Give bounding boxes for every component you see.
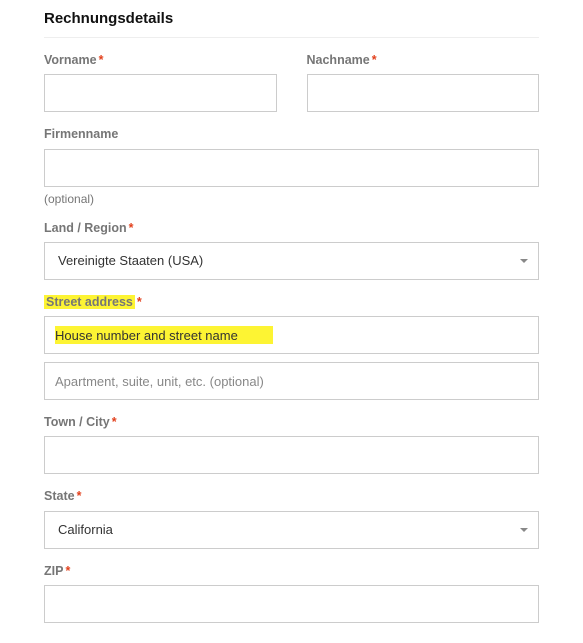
page-title: Rechnungsdetails bbox=[44, 10, 539, 38]
required-marker: * bbox=[77, 489, 82, 503]
required-marker: * bbox=[129, 221, 134, 235]
state-selected-value: California bbox=[58, 522, 113, 537]
last-name-input[interactable] bbox=[307, 74, 540, 112]
state-label: State* bbox=[44, 488, 539, 504]
last-name-label-text: Nachname bbox=[307, 53, 370, 67]
city-label-text: Town / City bbox=[44, 415, 110, 429]
last-name-label: Nachname* bbox=[307, 52, 540, 68]
zip-label: ZIP* bbox=[44, 563, 539, 579]
first-name-label: Vorname* bbox=[44, 52, 277, 68]
country-label-text: Land / Region bbox=[44, 221, 127, 235]
first-name-label-text: Vorname bbox=[44, 53, 97, 67]
street-address-label: Street address* bbox=[44, 294, 539, 310]
street-address-label-text: Street address bbox=[44, 295, 135, 309]
chevron-down-icon bbox=[520, 259, 528, 263]
chevron-down-icon bbox=[520, 528, 528, 532]
required-marker: * bbox=[99, 53, 104, 67]
street-address-line1-input[interactable] bbox=[44, 316, 539, 354]
company-input[interactable] bbox=[44, 149, 539, 187]
first-name-input[interactable] bbox=[44, 74, 277, 112]
company-label: Firmenname bbox=[44, 126, 539, 142]
country-select[interactable]: Vereinigte Staaten (USA) bbox=[44, 242, 539, 280]
city-label: Town / City* bbox=[44, 414, 539, 430]
country-selected-value: Vereinigte Staaten (USA) bbox=[58, 253, 203, 268]
street-address-line2-input[interactable] bbox=[44, 362, 539, 400]
required-marker: * bbox=[372, 53, 377, 67]
required-marker: * bbox=[112, 415, 117, 429]
required-marker: * bbox=[137, 295, 142, 309]
required-marker: * bbox=[65, 564, 70, 578]
zip-label-text: ZIP bbox=[44, 564, 63, 578]
company-optional-label: (optional) bbox=[44, 192, 539, 206]
state-select[interactable]: California bbox=[44, 511, 539, 549]
zip-input[interactable] bbox=[44, 585, 539, 623]
city-input[interactable] bbox=[44, 436, 539, 474]
state-label-text: State bbox=[44, 489, 75, 503]
country-label: Land / Region* bbox=[44, 220, 539, 236]
